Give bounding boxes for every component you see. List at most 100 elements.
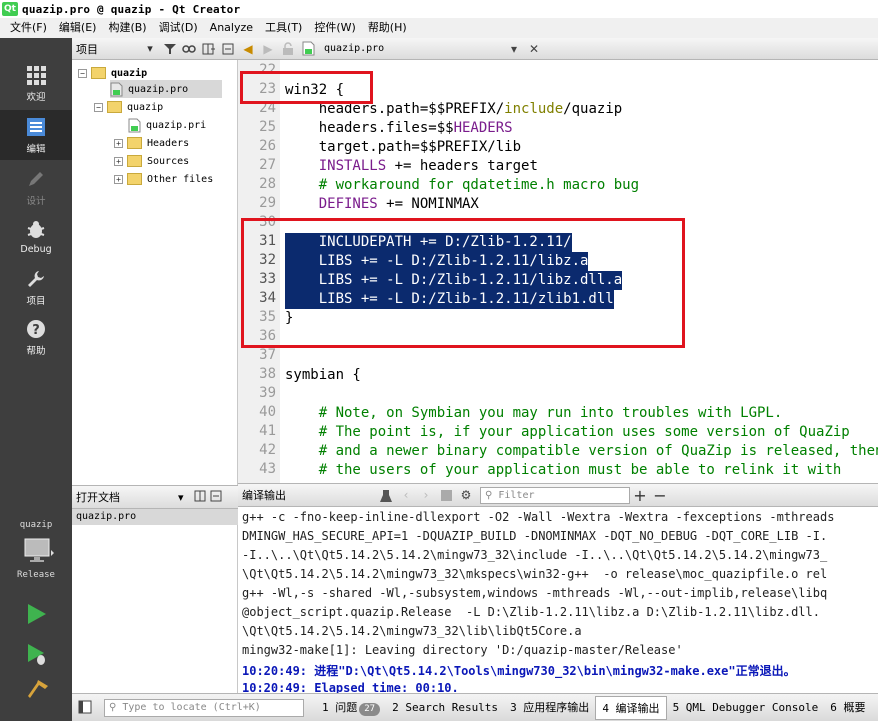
folder-icon — [127, 137, 142, 149]
project-folder-icon — [91, 67, 106, 79]
collapse-icon[interactable]: − — [78, 68, 87, 78]
run-icon — [26, 602, 48, 629]
pane-general-messages[interactable]: 6 概要 — [824, 696, 871, 720]
project-panel-toolbar: 项目 ▾ — [72, 38, 238, 60]
chevron-down-icon[interactable]: ▾ — [142, 41, 158, 57]
zoom-in-icon[interactable]: + — [632, 486, 648, 505]
tree-item-label: Headers — [147, 137, 190, 149]
tree-item-headers[interactable]: + Headers — [114, 134, 189, 152]
line-number: 26 — [259, 138, 276, 154]
kit-selector[interactable] — [24, 538, 54, 567]
menu-debug[interactable]: 调试(D) — [153, 18, 204, 38]
code-line: # Note, on Symbian you may run into trou… — [285, 404, 783, 423]
stop-icon[interactable] — [438, 487, 454, 503]
tree-item-subproject[interactable]: − quazip — [94, 98, 163, 116]
expand-icon[interactable]: + — [114, 174, 123, 184]
open-document-item[interactable]: quazip.pro — [72, 509, 238, 525]
menu-widgets[interactable]: 控件(W) — [308, 18, 361, 38]
back-arrow-icon[interactable]: ◀ — [240, 41, 256, 57]
close-document-icon[interactable]: ✕ — [526, 41, 542, 57]
code-editor[interactable]: 22 23 24 25 26 27 28 29 30 31 32 33 34 35 36 37 38 39 40 41… — [238, 60, 878, 483]
monitor-icon — [24, 538, 54, 567]
mode-help[interactable]: ? 帮助 — [0, 312, 72, 362]
build-button[interactable] — [26, 678, 50, 705]
tree-item-pri-file[interactable]: quazip.pri — [128, 116, 206, 134]
pane-search-results[interactable]: 2 Search Results — [386, 696, 504, 720]
pane-application-output[interactable]: 3 应用程序输出 — [504, 696, 595, 720]
prev-arrow-icon[interactable]: ‹ — [398, 487, 414, 503]
compile-output[interactable]: g++ -c -fno-keep-inline-dllexport -O2 -W… — [238, 507, 878, 693]
output-line: \Qt\Qt5.14.2\5.14.2\mingw73_32\lib\libQt… — [242, 624, 582, 638]
mode-welcome[interactable]: 欢迎 — [0, 58, 72, 108]
line-number: 38 — [259, 366, 276, 382]
output-filter-input[interactable]: ⚲ Filter — [480, 486, 630, 504]
locator-input[interactable]: ⚲ Type to locate (Ctrl+K) — [104, 698, 304, 717]
kit-config-name: Release — [17, 570, 55, 580]
collapse-icon[interactable]: − — [94, 102, 103, 112]
split-icon[interactable] — [201, 41, 217, 57]
chevron-down-icon[interactable]: ▾ — [178, 491, 194, 504]
menu-edit[interactable]: 编辑(E) — [53, 18, 103, 38]
menu-analyze[interactable]: Analyze — [204, 18, 259, 38]
pane-compile-output[interactable]: 4 编译输出 — [595, 695, 667, 720]
output-line: \Qt\Qt5.14.2\5.14.2\mingw73_32\mkspecs\w… — [242, 567, 828, 581]
bug-icon — [25, 219, 47, 241]
grid-icon — [25, 64, 47, 86]
open-documents-list: quazip.pro — [72, 509, 238, 693]
project-view-combo[interactable]: 项目 — [72, 41, 140, 57]
gear-icon[interactable]: ⚙ — [458, 487, 474, 503]
tree-item-other-files[interactable]: + Other files — [114, 170, 213, 188]
tree-item-label: quazip — [111, 67, 148, 79]
menu-tools[interactable]: 工具(T) — [259, 18, 308, 38]
tree-item-pro-file[interactable]: quazip.pro — [110, 80, 222, 98]
line-number: 37 — [259, 347, 276, 363]
open-file-combo[interactable]: quazip.pro — [324, 43, 504, 54]
mode-debug[interactable]: Debug — [0, 212, 72, 262]
code-token: DEFINES — [285, 196, 378, 212]
clear-output-icon[interactable] — [378, 487, 394, 503]
mode-label: 设计 — [26, 195, 46, 207]
forward-arrow-icon[interactable]: ▶ — [260, 41, 276, 57]
chevron-down-icon[interactable]: ▾ — [506, 41, 522, 57]
mode-projects[interactable]: 项目 — [0, 262, 72, 312]
next-arrow-icon[interactable]: › — [418, 487, 434, 503]
code-token: headers.files=$$ — [285, 120, 454, 136]
window-title: quazip.pro @ quazip - Qt Creator — [22, 2, 241, 16]
debug-run-button[interactable] — [26, 642, 48, 669]
menu-help[interactable]: 帮助(H) — [362, 18, 413, 38]
close-panel-icon[interactable] — [210, 490, 226, 505]
filter-icon[interactable] — [162, 41, 178, 57]
line-number: 28 — [259, 176, 276, 192]
split-icon[interactable] — [194, 490, 210, 505]
menu-build[interactable]: 构建(B) — [102, 18, 152, 38]
mode-label: 项目 — [26, 295, 46, 307]
zoom-out-icon[interactable]: − — [652, 486, 668, 505]
code-token: INSTALLS — [285, 158, 387, 174]
mode-edit[interactable]: 编辑 — [0, 110, 72, 160]
code-token: include — [504, 101, 564, 117]
line-number: 42 — [259, 442, 276, 458]
pro-file-icon — [110, 82, 123, 96]
code-token: # the users of your application must be … — [285, 462, 842, 478]
expand-icon[interactable]: + — [114, 156, 123, 166]
line-number: 27 — [259, 157, 276, 173]
toggle-sidebar-icon[interactable] — [78, 700, 92, 717]
open-documents-toolbar: 打开文档 ▾ — [72, 485, 238, 509]
code-token: += NOMINMAX — [377, 196, 479, 212]
code-line: target.path=$$PREFIX/lib — [285, 138, 521, 157]
mode-design[interactable]: 设计 — [0, 162, 72, 212]
hammer-icon — [26, 678, 50, 705]
run-button[interactable] — [26, 602, 48, 629]
folder-icon — [127, 173, 142, 185]
close-panel-icon[interactable] — [220, 41, 236, 57]
pane-qml-debugger-console[interactable]: 5 QML Debugger Console — [667, 696, 825, 720]
link-icon[interactable] — [181, 41, 197, 57]
tree-item-sources[interactable]: + Sources — [114, 152, 189, 170]
annotation-box-win32 — [240, 71, 373, 104]
menu-file[interactable]: 文件(F) — [4, 18, 53, 38]
expand-icon[interactable]: + — [114, 138, 123, 148]
line-number: 43 — [259, 461, 276, 477]
pane-issues[interactable]: 1 问题 27 — [316, 696, 386, 720]
title-bar: Qt quazip.pro @ quazip - Qt Creator — [0, 0, 878, 18]
code-line: # The point is, if your application uses… — [285, 423, 850, 442]
